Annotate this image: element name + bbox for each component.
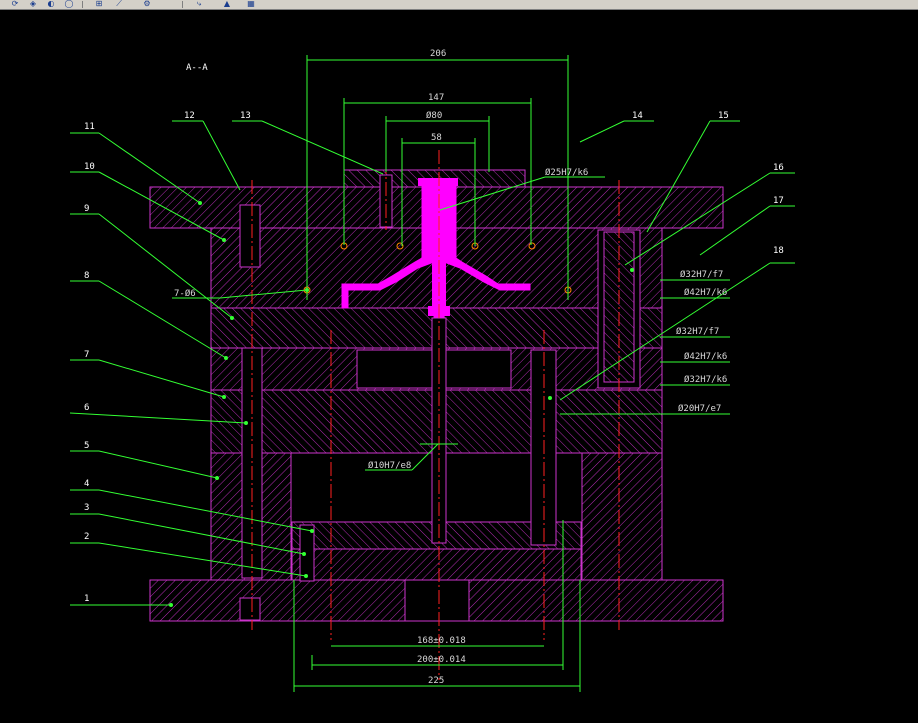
cad-toolbar: ⟳ ◈ ◐ ◯ ⊞ ⟋ ⚙ ⤷ ▲ ▦ bbox=[0, 0, 918, 10]
knockout-hole bbox=[404, 579, 470, 622]
screw-ejector bbox=[299, 524, 315, 582]
dim-200: 200±0.014 bbox=[417, 655, 466, 665]
dim-7x6: 7-Ø6 bbox=[174, 288, 196, 299]
dim-10h7e8: Ø10H7/e8 bbox=[368, 460, 411, 471]
part-number-4: 4 bbox=[84, 479, 89, 489]
measure-icon[interactable]: ⟋ bbox=[112, 0, 126, 8]
part-number-9: 9 bbox=[84, 204, 89, 214]
refresh-icon[interactable]: ⟳ bbox=[8, 0, 22, 8]
dim-42h7k6-b: Ø42H7/k6 bbox=[684, 351, 727, 362]
grid-icon[interactable]: ▦ bbox=[244, 0, 258, 8]
dim-32h7k6: Ø32H7/k6 bbox=[684, 374, 727, 385]
dim-42h7k6-a: Ø42H7/k6 bbox=[684, 287, 727, 298]
toolbar-separator bbox=[182, 1, 183, 8]
part-number-11: 11 bbox=[84, 122, 95, 132]
mold-assembly-drawing: A--A 206 147 Ø80 58 Ø25H7/k6 Ø32H7/f7 Ø4… bbox=[69, 49, 795, 692]
dim-32h7f7-a: Ø32H7/f7 bbox=[680, 269, 723, 280]
toolbar-separator bbox=[82, 1, 83, 8]
dim-80: Ø80 bbox=[426, 110, 442, 121]
part-number-7: 7 bbox=[84, 350, 89, 360]
pan-icon[interactable]: ⊞ bbox=[92, 0, 106, 8]
part-number-18: 18 bbox=[773, 246, 784, 256]
section-title: A--A bbox=[186, 63, 208, 73]
dim-225: 225 bbox=[428, 676, 444, 686]
dim-147: 147 bbox=[428, 93, 444, 103]
drawing-canvas[interactable]: A--A 206 147 Ø80 58 Ø25H7/k6 Ø32H7/f7 Ø4… bbox=[0, 10, 918, 723]
part-number-6: 6 bbox=[84, 403, 89, 413]
part-number-15: 15 bbox=[718, 111, 729, 121]
part-number-5: 5 bbox=[84, 441, 89, 451]
dim-20h7e7: Ø20H7/e7 bbox=[678, 403, 721, 414]
properties-icon[interactable]: ⚙ bbox=[140, 0, 154, 8]
orbit-icon[interactable]: ◐ bbox=[44, 0, 58, 8]
part-number-13: 13 bbox=[240, 111, 251, 121]
dim-58: 58 bbox=[431, 133, 442, 143]
spacer-block-right bbox=[581, 452, 663, 581]
ejector-plate bbox=[291, 548, 582, 581]
screw-hole-bottom bbox=[239, 597, 261, 621]
match-icon[interactable]: ⤷ bbox=[192, 0, 206, 8]
dim-25h7k6: Ø25H7/k6 bbox=[545, 167, 588, 178]
part-number-3: 3 bbox=[84, 503, 89, 513]
part-number-2: 2 bbox=[84, 532, 89, 542]
dim-32h7f7-b: Ø32H7/f7 bbox=[676, 326, 719, 337]
part-number-8: 8 bbox=[84, 271, 89, 281]
part-number-17: 17 bbox=[773, 196, 784, 206]
part-number-12: 12 bbox=[184, 111, 195, 121]
screw-hole-top-left bbox=[239, 204, 261, 268]
dim-168: 168±0.018 bbox=[417, 636, 466, 646]
zoom-icon[interactable]: ◯ bbox=[62, 0, 76, 8]
part-number-14: 14 bbox=[632, 111, 643, 121]
snap-icon[interactable]: ◈ bbox=[26, 0, 40, 8]
dim-206: 206 bbox=[430, 49, 446, 59]
part-number-1: 1 bbox=[84, 594, 89, 604]
sprue-inlet bbox=[418, 178, 458, 186]
part-number-16: 16 bbox=[773, 163, 784, 173]
part-number-10: 10 bbox=[84, 162, 95, 172]
layer-icon[interactable]: ▲ bbox=[220, 0, 234, 8]
